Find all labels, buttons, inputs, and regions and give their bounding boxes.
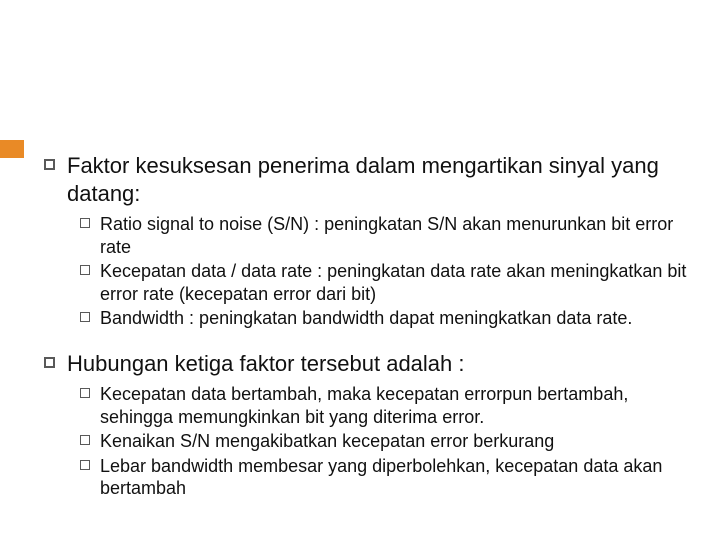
slide-content: Faktor kesuksesan penerima dalam mengart… (44, 152, 690, 520)
square-bullet-icon (80, 460, 90, 470)
list-item: Bandwidth : peningkatan bandwidth dapat … (80, 307, 690, 330)
list-item: Kenaikan S/N mengakibatkan kecepatan err… (80, 430, 690, 453)
square-bullet-icon (80, 265, 90, 275)
list-item: Kecepatan data bertambah, maka kecepatan… (80, 383, 690, 428)
slide: Faktor kesuksesan penerima dalam mengart… (0, 0, 720, 540)
sub-list: Kecepatan data bertambah, maka kecepatan… (80, 383, 690, 500)
section-heading: Hubungan ketiga faktor tersebut adalah : (67, 350, 465, 378)
square-bullet-icon (80, 312, 90, 322)
list-item: Hubungan ketiga faktor tersebut adalah : (44, 350, 690, 378)
list-item: Ratio signal to noise (S/N) : peningkata… (80, 213, 690, 258)
square-bullet-icon (80, 435, 90, 445)
sub-item-text: Bandwidth : peningkatan bandwidth dapat … (100, 307, 632, 330)
sub-item-text: Kecepatan data bertambah, maka kecepatan… (100, 383, 690, 428)
sub-item-text: Kecepatan data / data rate : peningkatan… (100, 260, 690, 305)
sub-list: Ratio signal to noise (S/N) : peningkata… (80, 213, 690, 330)
section-heading: Faktor kesuksesan penerima dalam mengart… (67, 152, 690, 207)
accent-bar (0, 140, 24, 158)
list-item: Faktor kesuksesan penerima dalam mengart… (44, 152, 690, 207)
square-bullet-icon (44, 159, 55, 170)
square-bullet-icon (80, 388, 90, 398)
sub-item-text: Lebar bandwidth membesar yang diperboleh… (100, 455, 690, 500)
list-item: Kecepatan data / data rate : peningkatan… (80, 260, 690, 305)
sub-item-text: Kenaikan S/N mengakibatkan kecepatan err… (100, 430, 554, 453)
square-bullet-icon (44, 357, 55, 368)
list-item: Lebar bandwidth membesar yang diperboleh… (80, 455, 690, 500)
square-bullet-icon (80, 218, 90, 228)
sub-item-text: Ratio signal to noise (S/N) : peningkata… (100, 213, 690, 258)
